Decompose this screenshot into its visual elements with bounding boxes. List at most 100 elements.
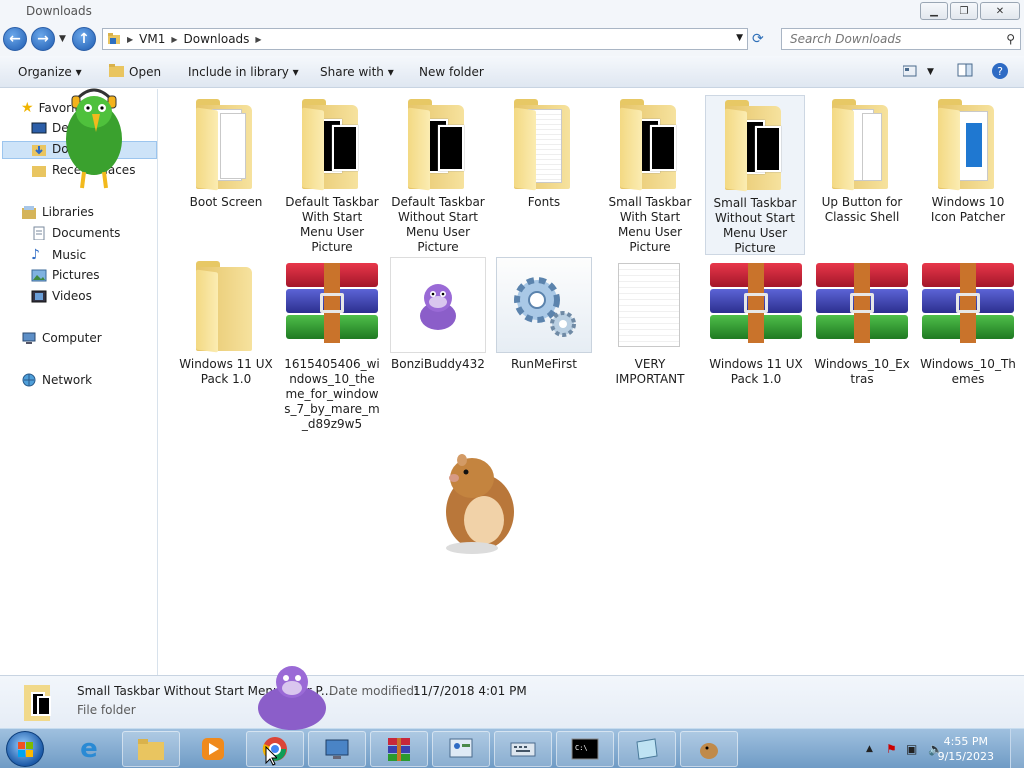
nav-documents-label: Documents (52, 226, 121, 240)
item-label: Boot Screen (189, 195, 263, 209)
star-icon: ★ (21, 100, 34, 116)
network-tray-icon[interactable]: ▣ (906, 742, 917, 756)
action-center-flag-icon[interactable]: ⚑ (886, 742, 897, 756)
organize-button[interactable]: Organize ▾ (18, 65, 82, 79)
details-modified-value: 11/7/2018 4:01 PM (413, 684, 527, 698)
computer-icon (22, 332, 36, 344)
app-item[interactable]: BonziBuddy432 (388, 257, 488, 372)
taskbar-winrar[interactable] (370, 731, 428, 767)
nav-videos[interactable]: Videos (31, 289, 92, 303)
parrot-agent-character[interactable] (58, 84, 130, 194)
folder-item[interactable]: Default Taskbar Without Start Menu User … (388, 95, 488, 255)
bonzi-gorilla-icon (420, 284, 456, 330)
file-explorer-icon (138, 739, 164, 760)
change-view-icon[interactable] (903, 65, 921, 83)
taskbar-on-screen-keyboard[interactable] (494, 731, 552, 767)
folder-item[interactable]: Windows 11 UX Pack 1.0 (176, 257, 276, 387)
details-pane: Small Taskbar Without Start Menu User P.… (0, 675, 1024, 728)
folder-icon (707, 96, 803, 192)
bonzi-agent-character[interactable] (254, 658, 330, 730)
folder-icon (602, 95, 698, 191)
item-label: Windows_10_Extras (814, 357, 910, 386)
help-icon[interactable]: ? (991, 62, 1009, 80)
details-modified-label: Date modified: (329, 684, 419, 698)
include-in-library-label: Include in library (188, 65, 289, 79)
nav-documents[interactable]: Documents (31, 226, 120, 240)
recent-pages-dropdown-icon[interactable]: ▼ (59, 34, 66, 44)
show-hidden-icons-icon[interactable]: ▲ (866, 744, 873, 754)
archive-item[interactable]: Windows_10_Themes (918, 257, 1018, 387)
open-button[interactable]: Open (129, 65, 161, 79)
folder-item[interactable]: Up Button for Classic Shell (812, 95, 912, 225)
svg-text:C:\: C:\ (575, 744, 588, 752)
show-desktop-button[interactable] (1010, 729, 1024, 768)
taskbar-media-player[interactable] (184, 731, 242, 767)
nav-pictures[interactable]: Pictures (31, 268, 100, 282)
item-label: Windows 11 UX Pack 1.0 (179, 357, 273, 386)
nav-network[interactable]: Network (21, 373, 92, 387)
taskbar-internet-explorer[interactable]: e (60, 731, 118, 767)
keyboard-icon (510, 742, 536, 757)
nav-music-label: Music (52, 248, 87, 262)
taskbar-remote-desktop[interactable] (308, 731, 366, 767)
item-label: 1615405406_windows_10_theme_for_windows_… (284, 357, 380, 431)
media-player-icon (202, 738, 224, 760)
archive-item[interactable]: 1615405406_windows_10_theme_for_windows_… (282, 257, 382, 432)
open-folder-icon (109, 64, 124, 77)
search-input[interactable] (790, 32, 990, 46)
nav-network-label: Network (42, 373, 93, 387)
taskbar-command-prompt[interactable]: C:\ (556, 731, 614, 767)
mouse-cursor-icon (265, 746, 277, 766)
nav-libraries[interactable]: Libraries (21, 205, 94, 219)
folder-item-selected[interactable]: Small Taskbar Without Start Menu User Pi… (705, 95, 805, 255)
taskbar-notepad[interactable] (618, 731, 676, 767)
winrar-archive-icon (708, 257, 804, 353)
libraries-icon (22, 206, 36, 219)
close-button[interactable]: ✕ (980, 2, 1020, 20)
search-box: ⚲ (781, 28, 1021, 50)
item-label: BonziBuddy432 (391, 357, 485, 371)
hamster-agent-character[interactable] (432, 448, 524, 556)
folder-item[interactable]: Fonts (494, 95, 594, 210)
text-file-item[interactable]: VERY IMPORTANT (600, 257, 700, 387)
taskbar-file-explorer[interactable] (122, 731, 180, 767)
selected-folder-icon (24, 685, 51, 721)
desktop-icon (31, 122, 47, 134)
new-folder-button[interactable]: New folder (419, 65, 484, 79)
minimize-button[interactable]: ▁ (920, 2, 948, 20)
folder-item[interactable]: Windows 10 Icon Patcher (918, 95, 1018, 225)
archive-item[interactable]: Windows 11 UX Pack 1.0 (706, 257, 806, 387)
breadcrumb-downloads[interactable]: Downloads (184, 32, 250, 46)
recent-places-icon (32, 166, 46, 177)
nav-pictures-label: Pictures (52, 268, 100, 282)
view-dropdown-icon[interactable]: ▼ (927, 67, 934, 77)
address-bar[interactable]: ▶ VM1 ▶ Downloads ▶ ▼ (102, 28, 748, 50)
clock[interactable]: 4:55 PM 9/15/2023 (938, 734, 994, 764)
nav-music[interactable]: ♪ Music (31, 247, 86, 263)
taskbar-bonzi-app[interactable] (680, 731, 738, 767)
maximize-button[interactable]: ❐ (950, 2, 978, 20)
folder-item[interactable]: Small Taskbar With Start Menu User Pictu… (600, 95, 700, 255)
app-item[interactable]: RunMeFirst (494, 257, 594, 372)
start-button[interactable] (6, 731, 44, 767)
nav-videos-label: Videos (52, 289, 92, 303)
up-button[interactable]: ↑ (72, 27, 96, 51)
forward-button[interactable]: → (31, 27, 55, 51)
organize-label: Organize (18, 65, 72, 79)
address-dropdown-icon[interactable]: ▼ (736, 33, 743, 43)
taskbar-control-panel[interactable] (432, 731, 490, 767)
title-bar: Downloads ▁ ❐ ✕ (0, 0, 1024, 24)
include-in-library-button[interactable]: Include in library ▾ (188, 65, 299, 79)
folder-item[interactable]: Boot Screen (176, 95, 276, 210)
breadcrumb-vm1[interactable]: VM1 (139, 32, 165, 46)
refresh-icon[interactable]: ⟳ (752, 31, 770, 49)
nav-computer[interactable]: Computer (21, 331, 102, 345)
search-icon[interactable]: ⚲ (1006, 32, 1015, 46)
archive-item[interactable]: Windows_10_Extras (812, 257, 912, 387)
item-label: VERY IMPORTANT (615, 357, 685, 386)
back-button[interactable]: ← (3, 27, 27, 51)
folder-icon (178, 257, 274, 353)
folder-item[interactable]: Default Taskbar With Start Menu User Pic… (282, 95, 382, 255)
preview-pane-icon[interactable] (957, 62, 975, 80)
share-with-button[interactable]: Share with ▾ (320, 65, 394, 79)
